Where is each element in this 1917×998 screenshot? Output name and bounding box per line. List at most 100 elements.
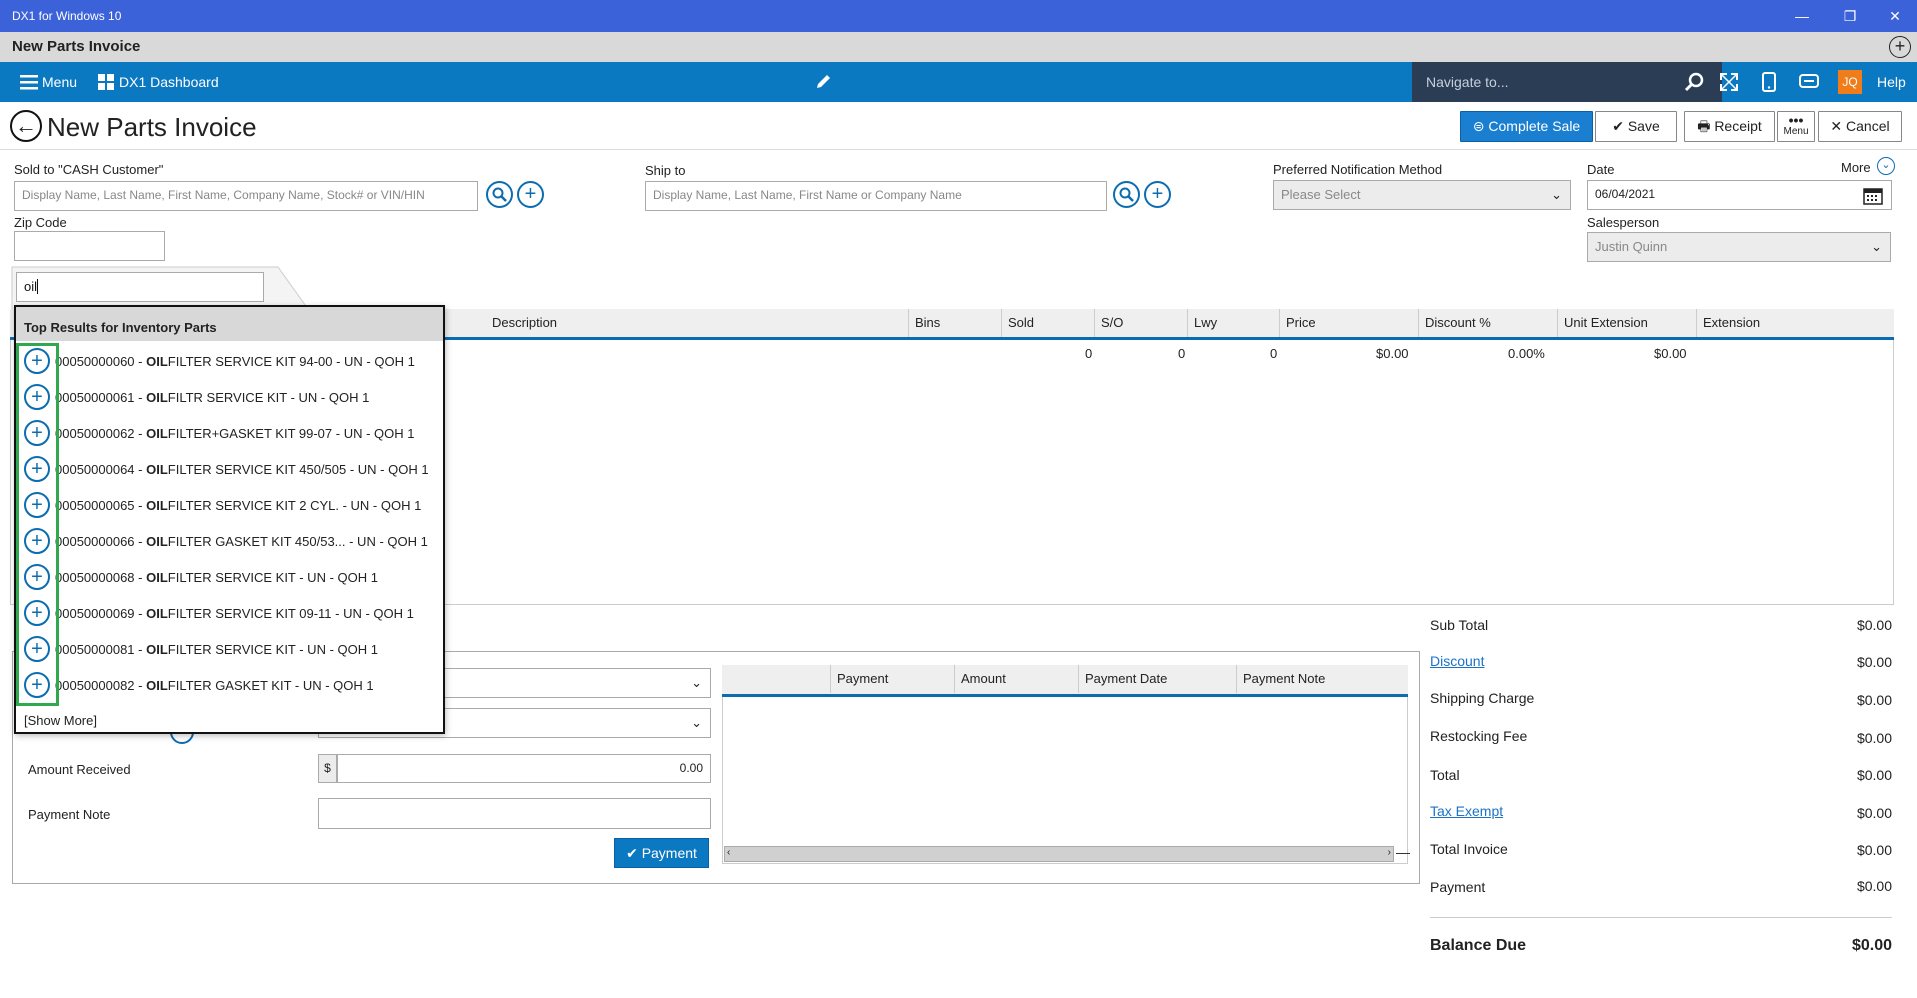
payment-total-label: Payment — [1430, 879, 1486, 895]
list-item[interactable]: +00050000082 - OILFILTER GASKET KIT - UN… — [16, 667, 443, 703]
col-amount[interactable]: Amount — [955, 665, 1079, 693]
list-item[interactable]: +00050000081 - OILFILTER SERVICE KIT - U… — [16, 631, 443, 667]
payment-button[interactable]: ✔ Payment — [614, 838, 709, 868]
discount-link[interactable]: Discount — [1430, 653, 1484, 669]
more-chevron-icon[interactable]: ⌄ — [1877, 157, 1895, 175]
close-window-button[interactable]: ✕ — [1883, 5, 1907, 27]
shipping-label: Shipping Charge — [1430, 690, 1535, 706]
menu-label[interactable]: Menu — [42, 74, 77, 90]
back-arrow-icon[interactable]: ← — [10, 110, 42, 142]
customer-search-icon[interactable] — [486, 181, 513, 208]
part-result-text: 00050000065 - OILFILTER SERVICE KIT 2 CY… — [55, 498, 421, 513]
new-tab-plus-icon[interactable]: + — [1889, 36, 1911, 58]
date-input[interactable]: 06/04/2021 — [1587, 180, 1892, 210]
navigate-input[interactable]: Navigate to... — [1426, 74, 1509, 90]
tax-exempt-link[interactable]: Tax Exempt — [1430, 803, 1503, 819]
totals-panel: Sub Total $0.00 Discount $0.00 Shipping … — [1430, 617, 1892, 957]
dashboard-grid-icon[interactable] — [98, 74, 114, 93]
more-menu-button[interactable]: ••• Menu — [1777, 111, 1815, 142]
part-description: FILTER SERVICE KIT 450/505 - UN - QOH 1 — [167, 462, 429, 477]
part-result-text: 00050000082 - OILFILTER GASKET KIT - UN … — [55, 678, 374, 693]
payment-note-input[interactable] — [318, 798, 711, 829]
show-more-link[interactable]: [Show More] — [24, 713, 97, 728]
salesperson-select[interactable]: Justin Quinn ⌄ — [1587, 232, 1891, 262]
list-item[interactable]: +00050000065 - OILFILTER SERVICE KIT 2 C… — [16, 487, 443, 523]
page-title: New Parts Invoice — [47, 112, 257, 142]
notification-select[interactable]: Please Select ⌄ — [1273, 180, 1571, 210]
col-price[interactable]: Price — [1280, 309, 1419, 337]
col-payment-note[interactable]: Payment Note — [1237, 665, 1408, 693]
text-cursor — [37, 279, 39, 294]
match-highlight: OIL — [146, 606, 168, 621]
balance-due-label: Balance Due — [1430, 937, 1527, 954]
more-label[interactable]: More — [1841, 160, 1871, 175]
col-unit-extension[interactable]: Unit Extension — [1558, 309, 1697, 337]
part-result-text: 00050000068 - OILFILTER SERVICE KIT - UN… — [55, 570, 378, 585]
match-highlight: OIL — [146, 462, 168, 477]
restore-button[interactable]: ❐ — [1838, 5, 1862, 27]
cell-so: 0 — [1178, 346, 1186, 361]
horizontal-scrollbar[interactable]: ‹ › — [724, 846, 1394, 862]
col-lwy[interactable]: Lwy — [1188, 309, 1280, 337]
receipt-button[interactable]: 🖶 Receipt — [1684, 111, 1775, 142]
col-payment-date[interactable]: Payment Date — [1079, 665, 1237, 693]
col-bins[interactable]: Bins — [909, 309, 1002, 337]
total-value: $0.00 — [1856, 767, 1892, 783]
chevron-down-icon: ⌄ — [691, 675, 702, 690]
scroll-left-icon[interactable]: ‹ — [727, 847, 730, 858]
tax-value: $0.00 — [1856, 805, 1892, 821]
col-description[interactable]: Description — [486, 309, 909, 337]
add-ship-to-plus-icon[interactable]: + — [1144, 181, 1171, 208]
zip-code-label: Zip Code — [14, 215, 67, 230]
add-customer-plus-icon[interactable]: + — [517, 181, 544, 208]
message-icon[interactable] — [1799, 73, 1819, 94]
col-blank — [722, 665, 831, 693]
part-number: 00050000066 - — [55, 534, 147, 549]
col-payment[interactable]: Payment — [831, 665, 955, 693]
help-link[interactable]: Help — [1877, 74, 1906, 90]
part-description: FILTR SERVICE KIT - UN - QOH 1 — [167, 390, 370, 405]
list-item[interactable]: +00050000068 - OILFILTER SERVICE KIT - U… — [16, 559, 443, 595]
part-description: FILTER SERVICE KIT 94-00 - UN - QOH 1 — [167, 354, 415, 369]
col-sold[interactable]: Sold — [1002, 309, 1095, 337]
list-item[interactable]: +00050000066 - OILFILTER GASKET KIT 450/… — [16, 523, 443, 559]
fullscreen-icon[interactable] — [1719, 72, 1739, 95]
list-item[interactable]: +00050000061 - OILFILTR SERVICE KIT - UN… — [16, 379, 443, 415]
checkmark-icon: ✔ — [1612, 118, 1624, 134]
navigate-search-box[interactable]: Navigate to... — [1412, 62, 1722, 102]
window-titlebar: DX1 for Windows 10 — ❐ ✕ — [0, 0, 1917, 32]
search-icon[interactable] — [1684, 72, 1704, 95]
collapse-icon[interactable]: — — [1396, 844, 1410, 860]
list-item[interactable]: +00050000060 - OILFILTER SERVICE KIT 94-… — [16, 343, 443, 379]
sold-to-input[interactable]: Display Name, Last Name, First Name, Com… — [14, 181, 478, 211]
parts-search-input[interactable]: oil — [16, 272, 264, 302]
list-item[interactable]: +00050000064 - OILFILTER SERVICE KIT 450… — [16, 451, 443, 487]
add-buttons-highlight — [16, 343, 59, 706]
amount-received-input[interactable]: 0.00 — [337, 754, 711, 783]
ship-to-search-icon[interactable] — [1113, 181, 1140, 208]
total-invoice-label: Total Invoice — [1430, 841, 1508, 857]
salesperson-label: Salesperson — [1587, 215, 1660, 230]
col-extension[interactable]: Extension — [1697, 309, 1836, 337]
save-button[interactable]: ✔ Save — [1595, 111, 1677, 142]
col-discount[interactable]: Discount % — [1419, 309, 1558, 337]
hamburger-menu-button[interactable] — [20, 74, 38, 93]
minimize-button[interactable]: — — [1790, 5, 1814, 27]
pencil-icon[interactable] — [815, 73, 832, 93]
dashboard-link[interactable]: DX1 Dashboard — [119, 74, 219, 90]
list-item[interactable]: +00050000069 - OILFILTER SERVICE KIT 09-… — [16, 595, 443, 631]
mobile-device-icon[interactable] — [1762, 72, 1776, 95]
col-so[interactable]: S/O — [1095, 309, 1188, 337]
balance-due-value: $0.00 — [1851, 937, 1892, 954]
cancel-label: Cancel — [1846, 118, 1890, 134]
match-highlight: OIL — [146, 678, 168, 693]
complete-sale-button[interactable]: ⊜ Complete Sale — [1460, 111, 1593, 142]
calendar-icon[interactable] — [1863, 186, 1883, 205]
list-item[interactable]: +00050000062 - OILFILTER+GASKET KIT 99-0… — [16, 415, 443, 451]
scroll-right-icon[interactable]: › — [1388, 847, 1391, 858]
user-avatar[interactable]: JQ — [1838, 70, 1862, 94]
cancel-button[interactable]: ✕ Cancel — [1818, 111, 1902, 142]
ship-to-input[interactable]: Display Name, Last Name, First Name or C… — [645, 181, 1107, 211]
restocking-value: $0.00 — [1856, 730, 1892, 746]
zip-code-input[interactable] — [14, 231, 165, 261]
